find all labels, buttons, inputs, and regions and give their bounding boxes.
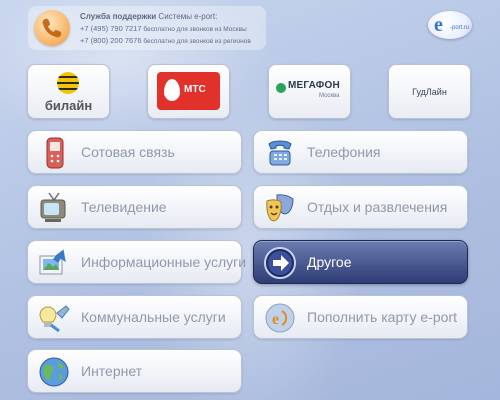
category-label: Другое: [307, 254, 352, 270]
support-info-panel: Служба поддержки Системы e-port: +7 (495…: [28, 6, 266, 50]
mts-logo-icon: МТС: [157, 72, 220, 110]
eport-card-icon: e: [265, 303, 295, 333]
operator-label: МЕГАФОН: [288, 80, 340, 91]
category-label: Телевидение: [81, 199, 167, 215]
mobile-phone-icon: [46, 137, 64, 169]
category-utilities-button[interactable]: Коммунальные услуги: [27, 295, 242, 339]
telephone-icon: [268, 140, 292, 166]
category-tv-button[interactable]: Телевидение: [27, 185, 242, 229]
category-label: Информационные услуги: [81, 254, 247, 270]
category-telephony-button[interactable]: Телефония: [253, 130, 468, 174]
info-services-icon: [39, 249, 66, 275]
category-info-services-button[interactable]: Информационные услуги: [27, 240, 246, 284]
category-label: Отдых и развлечения: [307, 199, 448, 215]
operator-megafon-button[interactable]: МЕГАФОН Москва: [268, 64, 351, 119]
arrow-right-icon: [264, 247, 296, 279]
beeline-logo-icon: [57, 72, 79, 94]
operator-beeline-button[interactable]: билайн: [27, 64, 110, 119]
category-label: Коммунальные услуги: [81, 309, 226, 325]
operator-label: МТС: [184, 84, 206, 95]
category-mobile-button[interactable]: Сотовая связь: [27, 130, 242, 174]
phone-handset-icon: [34, 10, 70, 46]
category-label: Пополнить карту e-port: [307, 309, 457, 325]
category-eport-topup-button[interactable]: e Пополнить карту e-port: [253, 295, 468, 339]
megafon-logo-icon: [276, 83, 286, 93]
tv-icon: [40, 192, 66, 222]
operator-mts-button[interactable]: МТС: [147, 64, 230, 119]
operator-sublabel: Москва: [319, 93, 340, 99]
support-line-moscow: +7 (495) 790 7217 бесплатно для звонков …: [80, 24, 247, 33]
eport-logo: e -port.ru: [428, 11, 472, 39]
operator-label: билайн: [44, 98, 93, 113]
mts-egg-icon: [164, 79, 180, 101]
operator-gudline-button[interactable]: ГудЛайн: [388, 64, 471, 119]
category-other-button[interactable]: Другое: [253, 240, 468, 284]
theater-masks-icon: [266, 194, 294, 222]
category-label: Телефония: [307, 144, 381, 160]
category-label: Интернет: [81, 363, 143, 379]
globe-icon: [39, 357, 69, 387]
category-internet-button[interactable]: Интернет: [27, 349, 242, 393]
category-leisure-button[interactable]: Отдых и развлечения: [253, 185, 468, 229]
support-line-regions: +7 (800) 200 7676 бесплатно для звонков …: [80, 36, 251, 45]
svg-text:e: e: [272, 311, 279, 328]
support-title: Служба поддержки Системы e-port:: [80, 12, 218, 21]
category-label: Сотовая связь: [81, 144, 175, 160]
operator-label: ГудЛайн: [412, 87, 447, 97]
utilities-icon: [39, 305, 70, 333]
